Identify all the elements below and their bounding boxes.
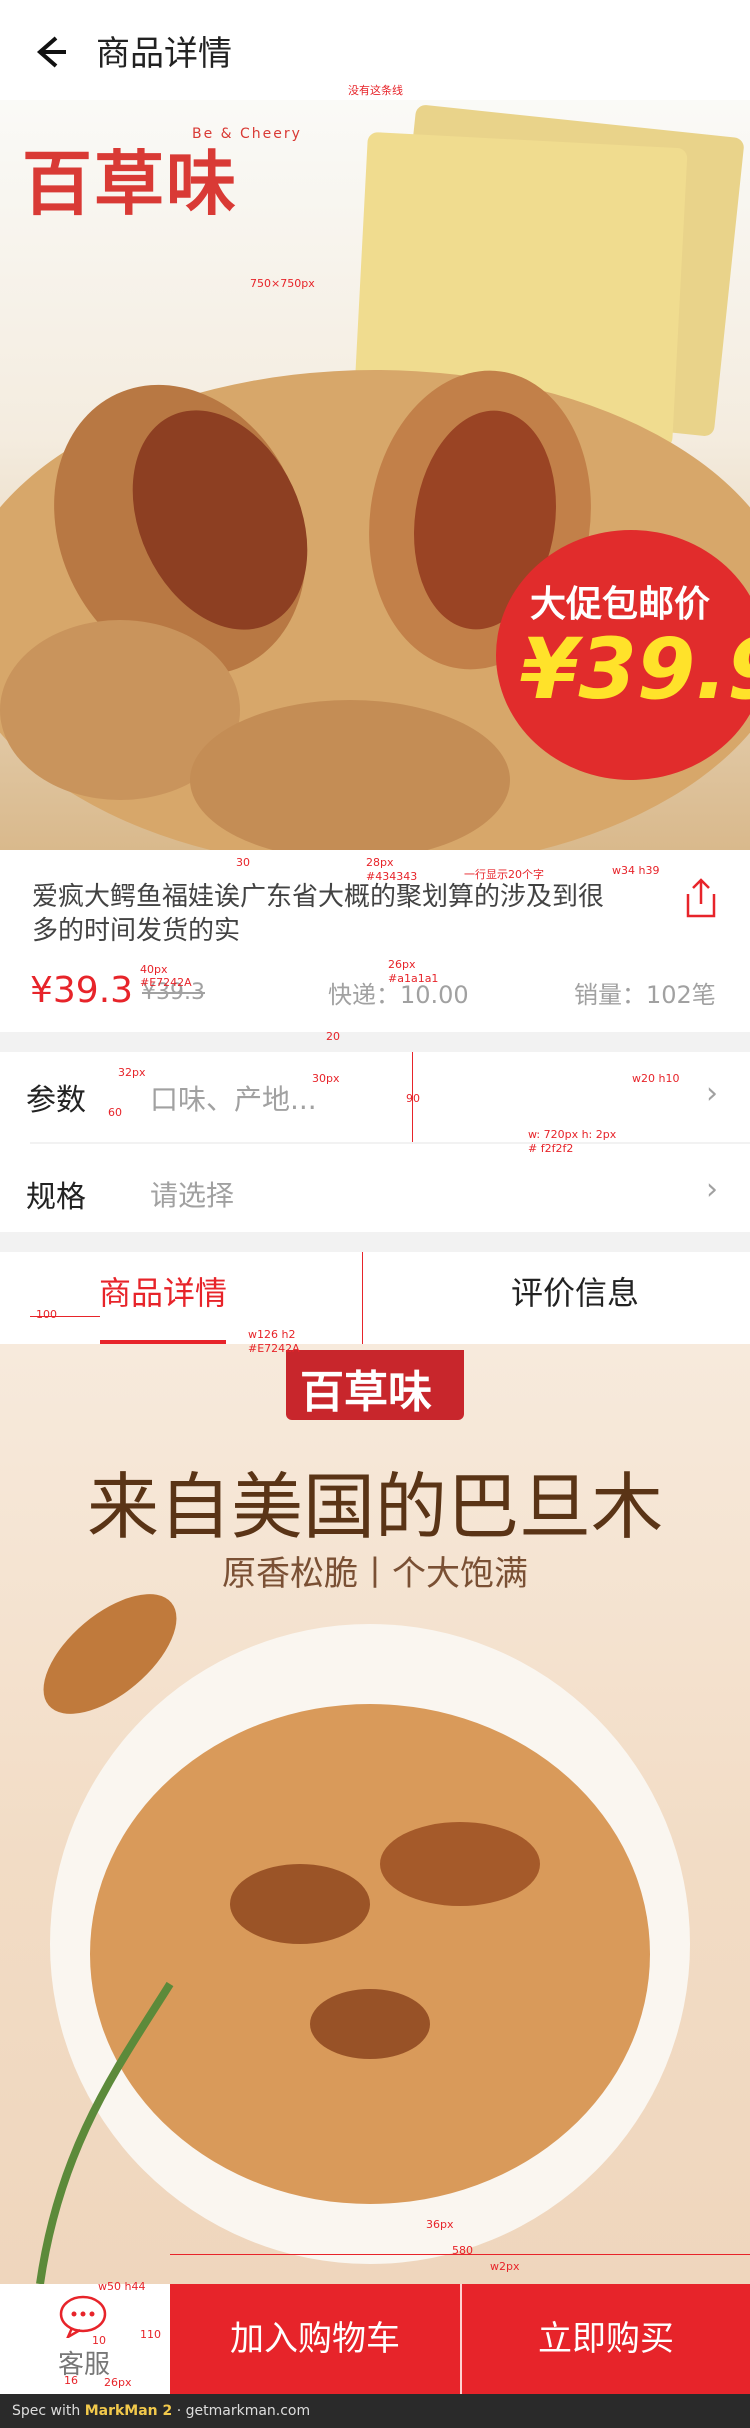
tab-reviews[interactable]: 评价信息 xyxy=(425,1268,725,1314)
detail-headline: 来自美国的巴旦木 xyxy=(86,1465,663,1549)
sales-count: 销量：102笔 xyxy=(574,981,716,1009)
annotation: 16 xyxy=(64,2374,78,2387)
annotation: 30 xyxy=(236,856,250,869)
specs-row[interactable] xyxy=(0,1144,750,1234)
annotation: #E7242A xyxy=(248,1342,300,1355)
annotation: 580 xyxy=(452,2244,473,2257)
annotation: 10 xyxy=(92,2334,106,2347)
annotation: 36px xyxy=(426,2218,454,2231)
detail-brand: 百草味 xyxy=(300,1367,432,1418)
add-to-cart-button[interactable]: 加入购物车 xyxy=(170,2284,460,2394)
annotation: 32px xyxy=(118,1066,146,1079)
annotation-line xyxy=(412,1052,413,1142)
annotation: w2px xyxy=(490,2260,520,2273)
annotation: 750×750px xyxy=(250,277,315,290)
specs-label: 规格 xyxy=(26,1180,86,1215)
params-row[interactable] xyxy=(0,1052,750,1142)
annotation: w34 h39 xyxy=(612,864,660,877)
annotation: #E7242A xyxy=(140,976,192,989)
section-gap xyxy=(0,1232,750,1252)
annotation: 28px xyxy=(366,856,394,869)
product-name: 爱疯大鳄鱼福娃诶广东省大概的聚划算的涉及到很多的时间发货的实 xyxy=(32,882,605,946)
params-value: 口味、产地... xyxy=(150,1083,317,1116)
annotation: 60 xyxy=(108,1106,122,1119)
annotation: 没有这条线 xyxy=(348,84,403,97)
product-price: ¥39.3 xyxy=(30,970,134,1011)
detail-subheadline: 原香松脆丨个大饱满 xyxy=(222,1554,528,1594)
buy-now-button[interactable]: 立即购买 xyxy=(462,2284,750,2394)
share-icon[interactable] xyxy=(684,878,718,918)
annotation: w20 h10 xyxy=(632,1072,680,1085)
params-label: 参数 xyxy=(26,1083,86,1118)
chat-bubble-icon xyxy=(59,2295,107,2338)
annotation: 一行显示20个字 xyxy=(464,868,544,881)
annotation: w: 720px h: 2px xyxy=(528,1128,617,1141)
annotation: 100 xyxy=(36,1308,57,1321)
tab-product-detail[interactable]: 商品详情 xyxy=(13,1268,313,1314)
annotation: 40px xyxy=(140,963,168,976)
annotation: 26px xyxy=(388,958,416,971)
chevron-right-icon: › xyxy=(706,1076,718,1111)
annotation-line xyxy=(30,1316,100,1317)
chevron-right-icon: › xyxy=(706,1172,718,1207)
brand-logo: 百草味 Be & Cheery xyxy=(22,126,302,225)
annotation: 90 xyxy=(406,1092,420,1105)
annotation: # f2f2f2 xyxy=(528,1142,574,1155)
promo-price: ¥39.9 xyxy=(520,620,750,718)
annotation: w126 h2 xyxy=(248,1328,296,1341)
annotation: 30px xyxy=(312,1072,340,1085)
specs-value: 请选择 xyxy=(150,1179,235,1212)
annotation: 20 xyxy=(326,1030,340,1043)
annotation-line xyxy=(170,2254,750,2255)
back-arrow-icon[interactable] xyxy=(26,30,70,74)
annotation: 110 xyxy=(140,2328,161,2341)
section-gap xyxy=(0,1032,750,1052)
page-title: 商品详情 xyxy=(96,34,232,74)
annotation: #434343 xyxy=(366,870,418,883)
annotation: 26px xyxy=(104,2376,132,2389)
annotation: #a1a1a1 xyxy=(388,972,439,985)
markman-footer: Spec with MarkMan 2 · getmarkman.com xyxy=(0,2394,750,2428)
annotation-line xyxy=(362,1252,363,1344)
annotation: w50 h44 xyxy=(98,2280,146,2293)
